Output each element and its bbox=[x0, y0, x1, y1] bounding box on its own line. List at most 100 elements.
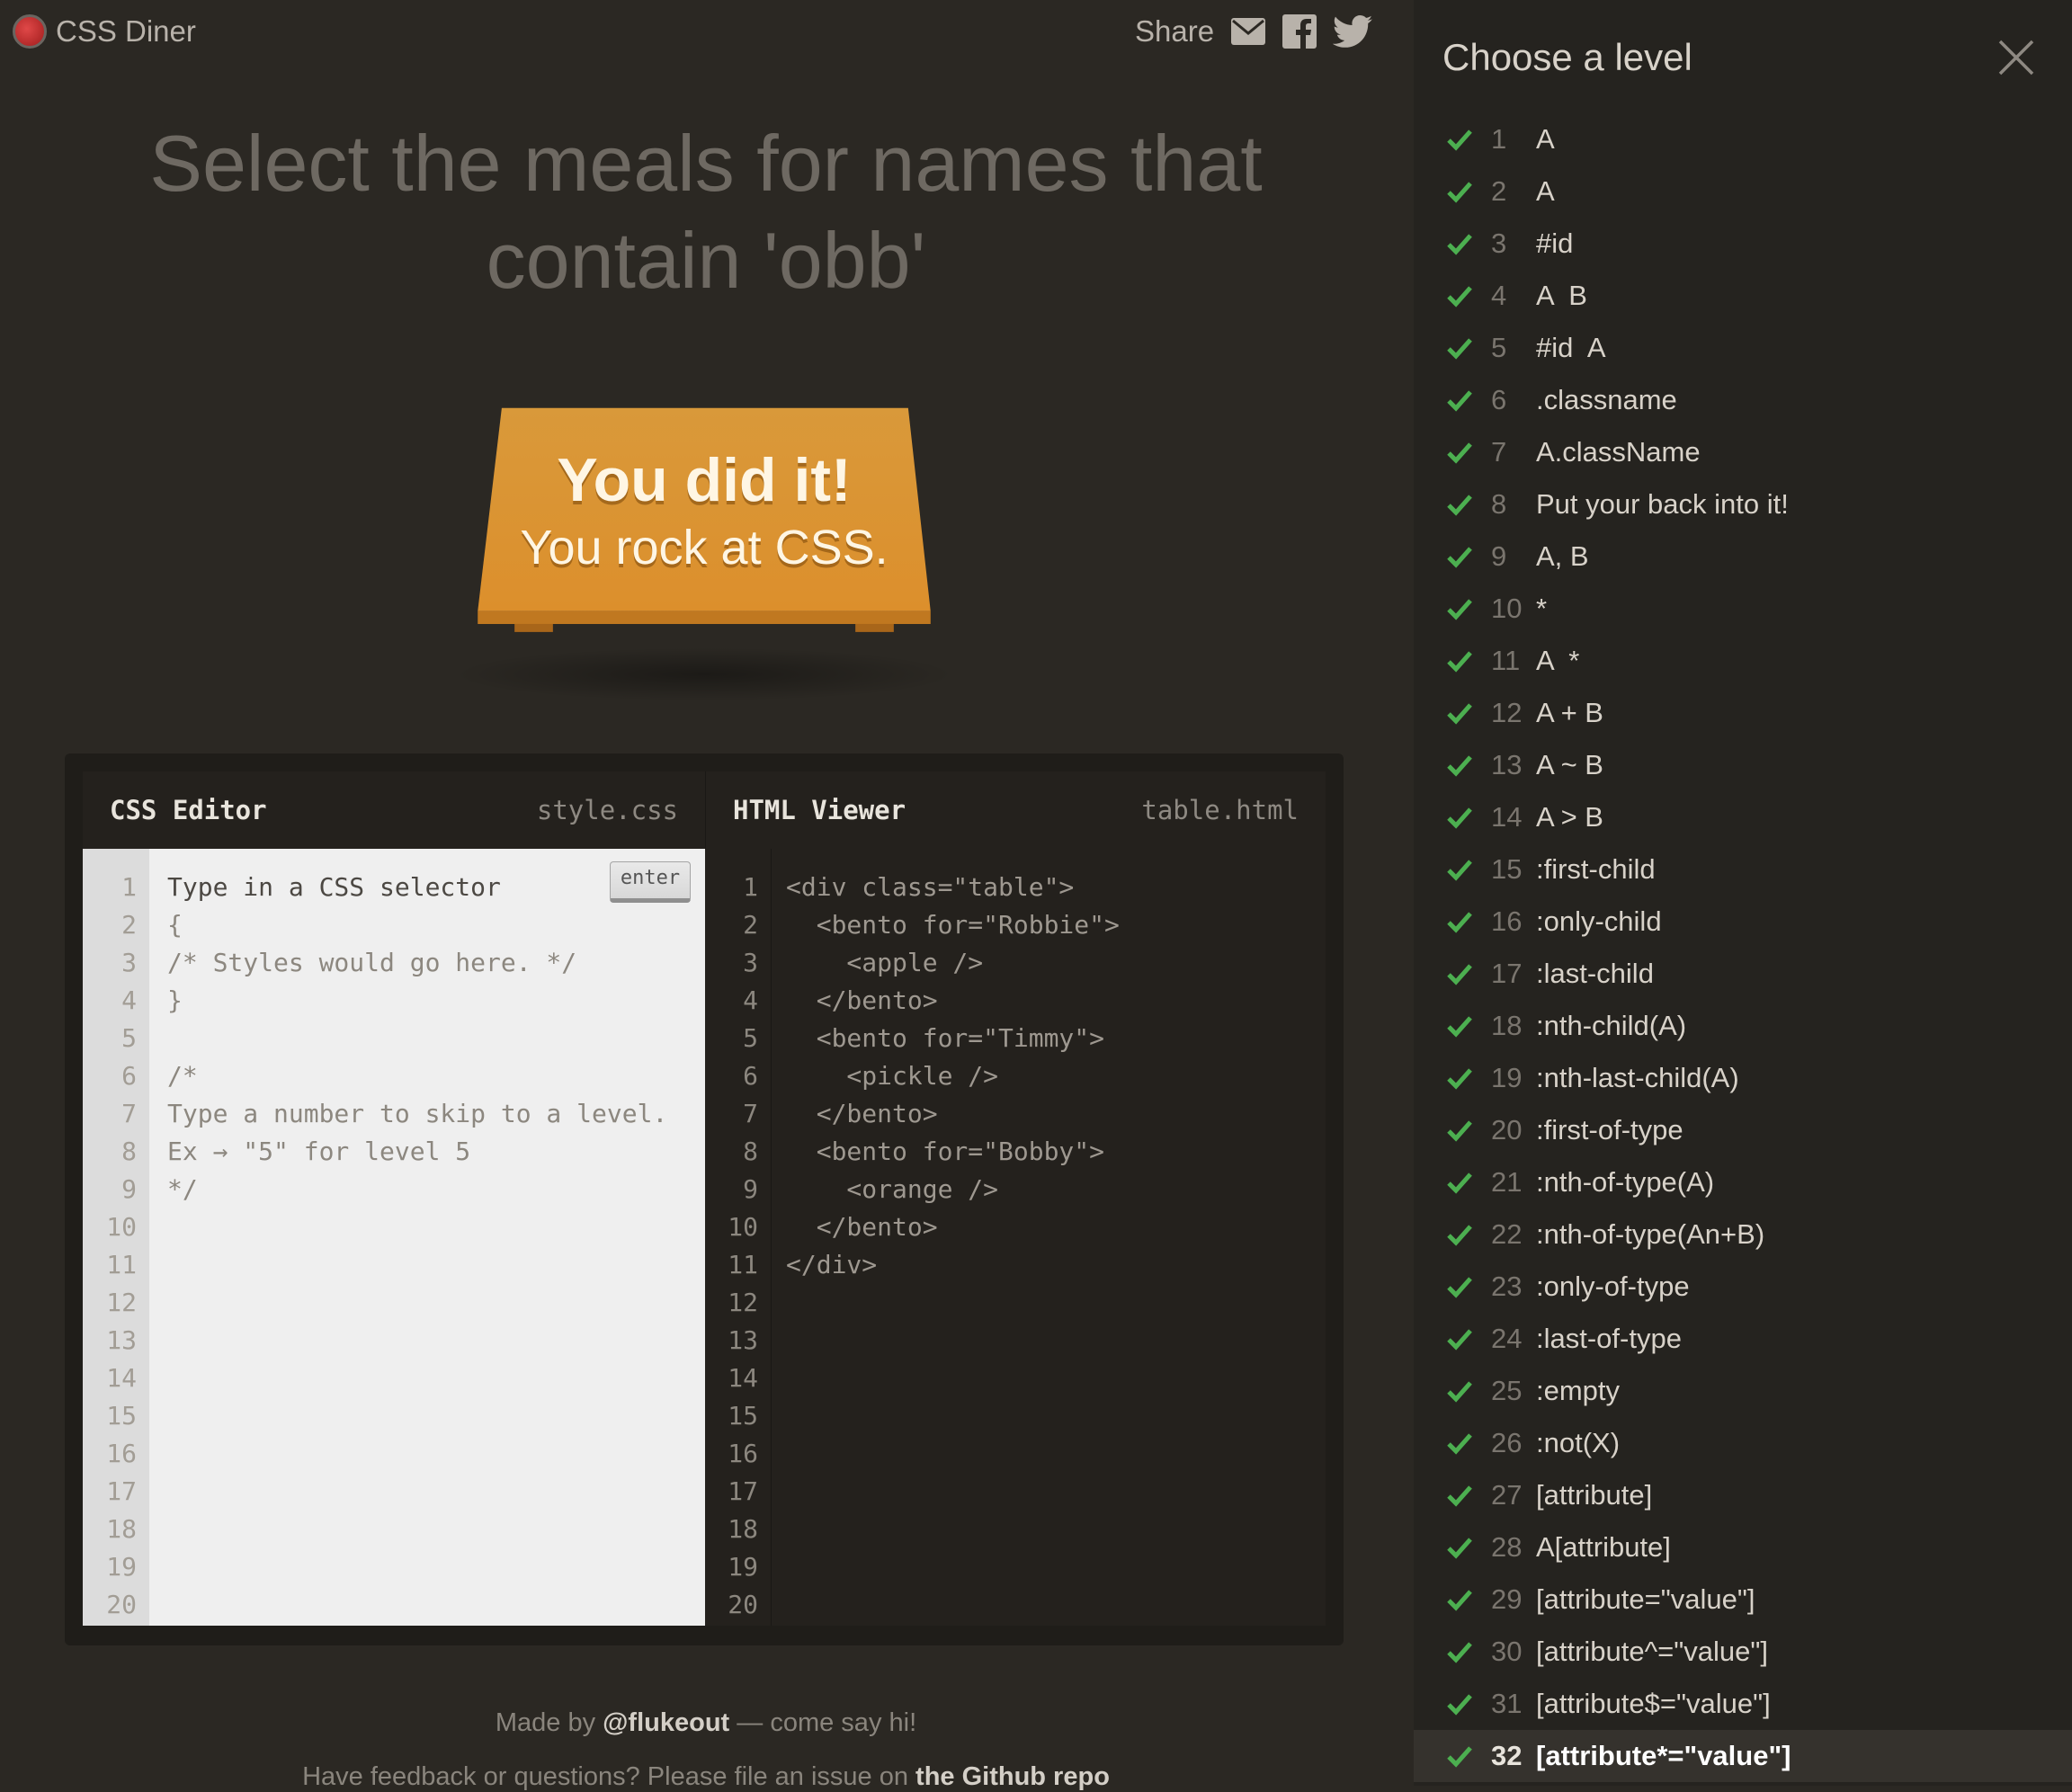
level-item-15[interactable]: 15:first-child bbox=[1414, 843, 2072, 896]
line-number: 20 bbox=[728, 1590, 758, 1619]
twitter-icon[interactable] bbox=[1333, 15, 1373, 48]
html-code-line[interactable]: <bento for="Bobby"> bbox=[786, 1133, 1120, 1171]
html-code-line[interactable]: </bento> bbox=[786, 982, 1120, 1020]
facebook-icon[interactable] bbox=[1282, 14, 1317, 49]
github-repo-link[interactable]: the Github repo bbox=[915, 1762, 1110, 1791]
level-item-12[interactable]: 12 A + B bbox=[1414, 687, 2072, 739]
level-item-5[interactable]: 5 #id A bbox=[1414, 322, 2072, 374]
level-item-24[interactable]: 24:last-of-type bbox=[1414, 1313, 2072, 1365]
level-item-9[interactable]: 9 A, B bbox=[1414, 530, 2072, 583]
html-code-line[interactable]: </div> bbox=[786, 1246, 1120, 1284]
level-selector: A.className bbox=[1536, 436, 1701, 468]
html-code-line[interactable]: <bento for="Robbie"> bbox=[786, 906, 1120, 944]
level-number: 21 bbox=[1491, 1166, 1523, 1198]
level-item-32[interactable]: 32 [attribute*="value"] bbox=[1414, 1730, 2072, 1782]
line-number: 14 bbox=[728, 1363, 758, 1393]
level-selector: [attribute^="value"] bbox=[1536, 1636, 1769, 1667]
html-code-line[interactable]: </bento> bbox=[786, 1095, 1120, 1133]
level-item-22[interactable]: 22:nth-of-type(An+B) bbox=[1414, 1208, 2072, 1261]
level-item-30[interactable]: 30 [attribute^="value"] bbox=[1414, 1626, 2072, 1678]
line-number: 14 bbox=[106, 1363, 137, 1393]
level-selector: [attribute] bbox=[1536, 1479, 1653, 1511]
enter-button[interactable]: enter bbox=[610, 861, 691, 903]
css-input-area[interactable]: Type in a CSS selector {/* Styles would g… bbox=[149, 849, 705, 1626]
level-item-17[interactable]: 17:last-child bbox=[1414, 948, 2072, 1000]
level-selector: A B bbox=[1536, 280, 1587, 311]
level-item-14[interactable]: 14 A > B bbox=[1414, 791, 2072, 843]
level-item-28[interactable]: 28 A[attribute] bbox=[1414, 1521, 2072, 1574]
level-item-13[interactable]: 13 A ~ B bbox=[1414, 739, 2072, 791]
level-item-6[interactable]: 6 .classname bbox=[1414, 374, 2072, 426]
line-number: 12 bbox=[728, 1288, 758, 1317]
level-item-29[interactable]: 29 [attribute="value"] bbox=[1414, 1574, 2072, 1626]
line-number: 6 bbox=[743, 1061, 758, 1091]
level-number: 28 bbox=[1491, 1531, 1523, 1563]
line-number: 7 bbox=[121, 1099, 137, 1128]
level-item-25[interactable]: 25:empty bbox=[1414, 1365, 2072, 1417]
line-number: 11 bbox=[106, 1250, 137, 1279]
level-number: 29 bbox=[1491, 1583, 1523, 1615]
checkmark-icon bbox=[1447, 703, 1472, 725]
line-number: 10 bbox=[728, 1212, 758, 1242]
level-item-4[interactable]: 4 A B bbox=[1414, 270, 2072, 322]
close-icon[interactable] bbox=[1995, 36, 2038, 79]
level-item-18[interactable]: 18:nth-child(A) bbox=[1414, 1000, 2072, 1052]
plate-shadow bbox=[450, 647, 959, 701]
level-item-7[interactable]: 7 A.className bbox=[1414, 426, 2072, 478]
html-viewer-area[interactable]: <div class="table"> <bento for="Robbie">… bbox=[772, 849, 1326, 1626]
line-number: 5 bbox=[743, 1023, 758, 1053]
css-code-line: Type in a CSS selector bbox=[167, 872, 501, 902]
level-selector: A[attribute] bbox=[1536, 1531, 1671, 1563]
html-code-line[interactable]: </bento> bbox=[786, 1208, 1120, 1246]
css-code-line: { bbox=[167, 910, 183, 940]
level-item-2[interactable]: 2A bbox=[1414, 165, 2072, 218]
level-number: 13 bbox=[1491, 749, 1523, 780]
email-icon[interactable] bbox=[1230, 17, 1266, 46]
line-number: 13 bbox=[728, 1325, 758, 1355]
logo[interactable]: CSS Diner bbox=[13, 14, 196, 49]
checkmark-icon bbox=[1447, 1642, 1472, 1663]
level-item-31[interactable]: 31 [attribute$="value"] bbox=[1414, 1678, 2072, 1730]
level-item-11[interactable]: 11 A * bbox=[1414, 635, 2072, 687]
level-item-3[interactable]: 3 #id bbox=[1414, 218, 2072, 270]
level-number: 7 bbox=[1491, 436, 1507, 468]
level-item-1[interactable]: 1A bbox=[1414, 113, 2072, 165]
level-number: 17 bbox=[1491, 958, 1523, 989]
html-code-line[interactable]: <apple /> bbox=[786, 944, 1120, 982]
level-item-20[interactable]: 20:first-of-type bbox=[1414, 1104, 2072, 1156]
level-number: 15 bbox=[1491, 853, 1523, 885]
level-item-26[interactable]: 26:not(X) bbox=[1414, 1417, 2072, 1469]
level-item-21[interactable]: 21:nth-of-type(A) bbox=[1414, 1156, 2072, 1208]
level-item-10[interactable]: 10 * bbox=[1414, 583, 2072, 635]
logo-text: CSS Diner bbox=[56, 14, 196, 48]
checkmark-icon bbox=[1447, 495, 1472, 516]
html-code-line[interactable]: <pickle /> bbox=[786, 1057, 1120, 1095]
line-number: 3 bbox=[121, 948, 137, 977]
line-number: 12 bbox=[106, 1288, 137, 1317]
checkmark-icon bbox=[1447, 807, 1472, 829]
level-selector: A + B bbox=[1536, 697, 1603, 728]
author-link[interactable]: @flukeout bbox=[603, 1708, 729, 1737]
logo-icon bbox=[13, 14, 47, 49]
html-code-lines[interactable]: <div class="table"> <bento for="Robbie">… bbox=[786, 869, 1120, 1284]
level-item-27[interactable]: 27 [attribute] bbox=[1414, 1469, 2072, 1521]
checkmark-icon bbox=[1447, 860, 1472, 881]
html-code-line[interactable]: <bento for="Timmy"> bbox=[786, 1020, 1120, 1057]
line-number: 18 bbox=[106, 1514, 137, 1544]
level-selector: :nth-last-child(A) bbox=[1536, 1062, 1739, 1093]
line-number: 7 bbox=[743, 1099, 758, 1128]
checkmark-icon bbox=[1447, 1381, 1472, 1403]
html-code-line[interactable]: <div class="table"> bbox=[786, 869, 1120, 906]
checkmark-icon bbox=[1447, 1120, 1472, 1142]
level-item-16[interactable]: 16:only-child bbox=[1414, 896, 2072, 948]
checkmark-icon bbox=[1447, 442, 1472, 464]
share-bar: Share bbox=[1135, 14, 1373, 49]
level-item-19[interactable]: 19:nth-last-child(A) bbox=[1414, 1052, 2072, 1104]
level-selector: * bbox=[1536, 593, 1548, 624]
level-item-8[interactable]: 8 Put your back into it! bbox=[1414, 478, 2072, 530]
css-code-lines[interactable]: Type in a CSS selector {/* Styles would g… bbox=[167, 869, 667, 1208]
checkmark-icon bbox=[1447, 390, 1472, 412]
instruction-line-2: contain 'obb' bbox=[486, 216, 926, 305]
html-code-line[interactable]: <orange /> bbox=[786, 1171, 1120, 1208]
level-item-23[interactable]: 23:only-of-type bbox=[1414, 1261, 2072, 1313]
